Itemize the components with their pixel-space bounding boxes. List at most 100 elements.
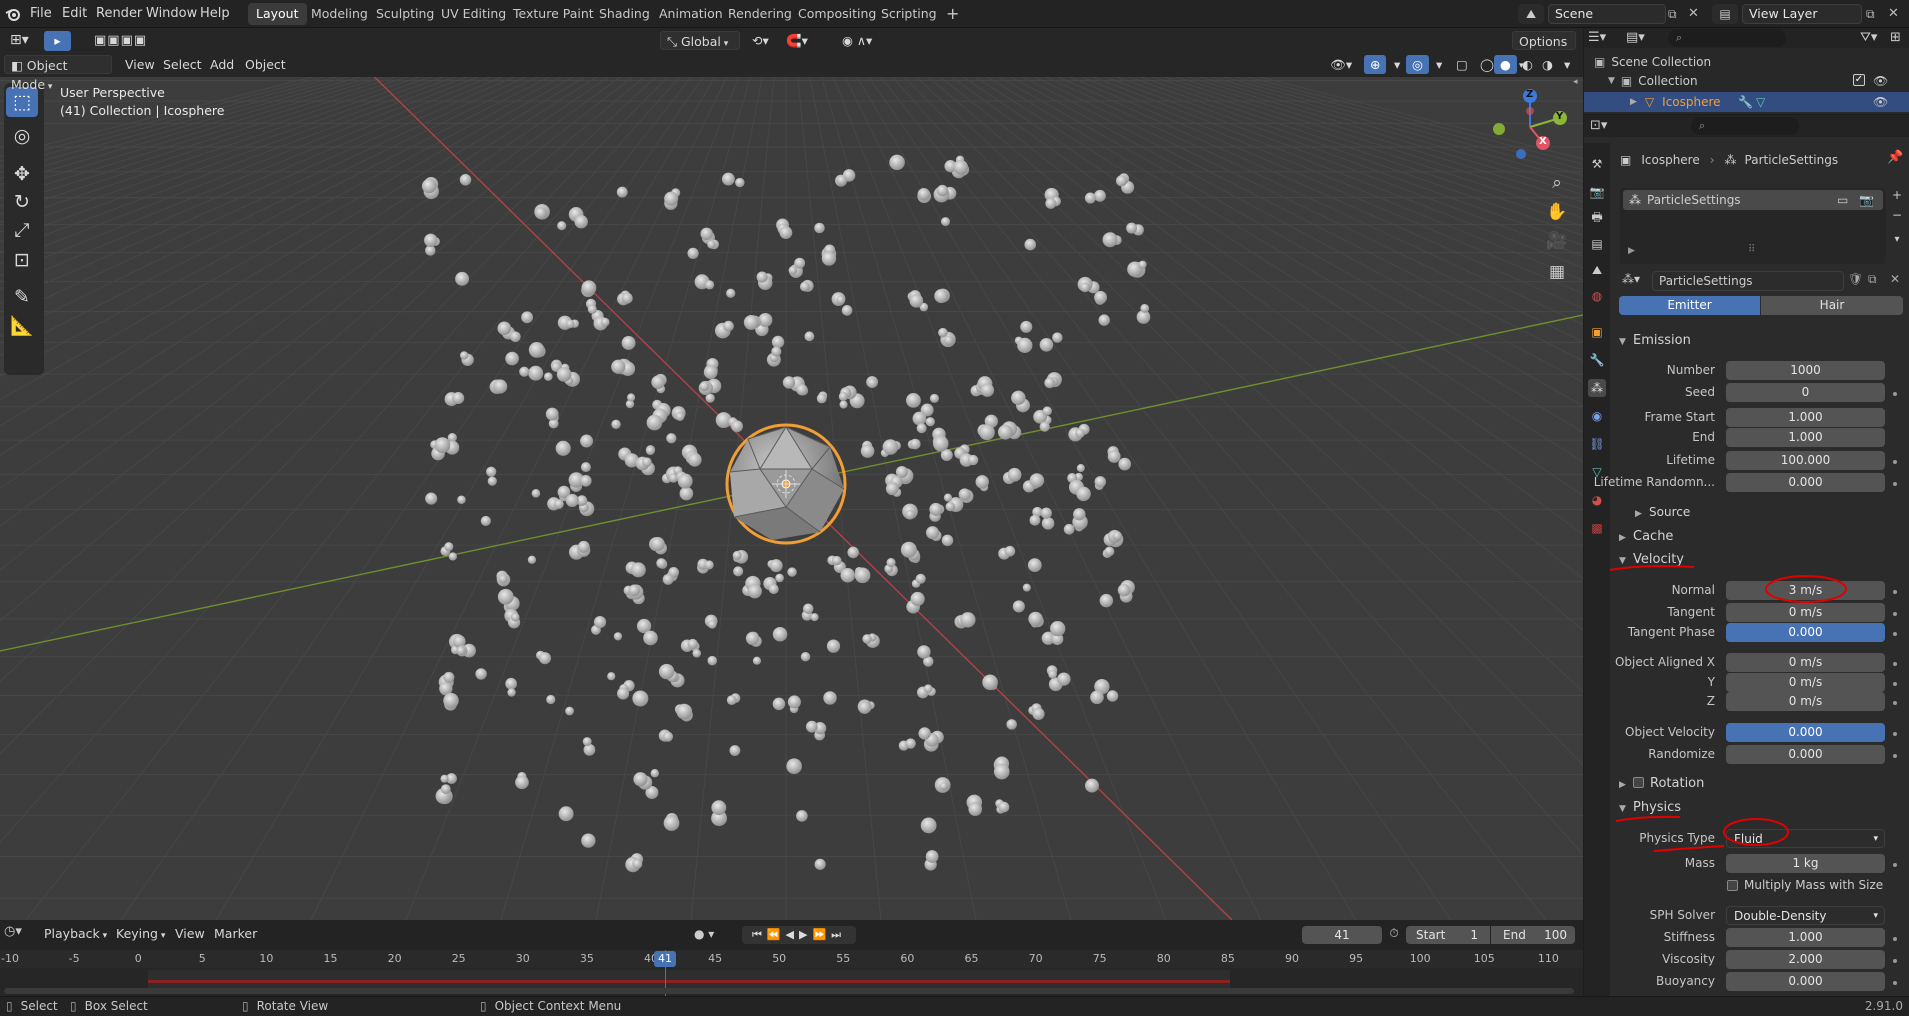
keyframe-dot[interactable] bbox=[1893, 732, 1897, 736]
tab-shading[interactable]: Shading bbox=[591, 3, 658, 25]
object-velocity-field[interactable]: 0.000 bbox=[1726, 723, 1885, 742]
mass-field[interactable]: 1 kg bbox=[1726, 854, 1885, 873]
transform-tool-icon[interactable]: ⊡ bbox=[6, 245, 38, 275]
checkbox-icon[interactable] bbox=[1727, 879, 1738, 891]
display-mode-icon[interactable]: ▤▾ bbox=[1626, 30, 1645, 45]
tangent-phase-field[interactable]: 0.000 bbox=[1726, 623, 1885, 642]
keyframe-dot[interactable] bbox=[1893, 392, 1897, 396]
view-layer-tab-icon[interactable]: ▤ bbox=[1588, 235, 1606, 253]
keyframe-dot[interactable] bbox=[1893, 632, 1897, 636]
keyframe-dot[interactable] bbox=[1893, 682, 1897, 686]
menu-timeline-view[interactable]: View bbox=[169, 924, 211, 943]
number-field[interactable]: 1000 bbox=[1726, 361, 1885, 380]
timeline-editor-icon[interactable]: ◷▾ bbox=[4, 924, 22, 939]
scale-tool-icon[interactable]: ⤢ bbox=[6, 215, 38, 245]
blender-logo-icon[interactable] bbox=[4, 0, 22, 28]
proportional-edit-icon[interactable]: ◉ ∧▾ bbox=[836, 31, 878, 50]
render-display-icon[interactable]: 📷 bbox=[1859, 193, 1874, 207]
constraints-tab-icon[interactable]: ⛓ bbox=[1588, 435, 1606, 453]
sidebar-toggle-icon[interactable]: ◂ bbox=[1573, 77, 1583, 97]
menu-render[interactable]: Render bbox=[96, 0, 142, 28]
shading-dropdown-icon[interactable]: ▾ bbox=[1558, 55, 1576, 74]
menu-file[interactable]: File bbox=[30, 0, 52, 28]
add-slot-button[interactable]: + bbox=[1888, 188, 1906, 206]
tab-modeling[interactable]: Modeling bbox=[303, 3, 376, 25]
expand-arrow-icon[interactable]: ▶ bbox=[1628, 246, 1635, 256]
keyframe-dot[interactable] bbox=[1893, 460, 1897, 464]
sph-solver-dropdown[interactable]: Double-Density ▾ bbox=[1726, 906, 1885, 925]
hair-button[interactable]: Hair bbox=[1761, 296, 1903, 315]
keyframe-dot[interactable] bbox=[1893, 981, 1897, 985]
timeline-scrollbar[interactable] bbox=[4, 988, 1574, 994]
lifetime-random-field[interactable]: 0.000 bbox=[1726, 473, 1885, 492]
viscosity-field[interactable]: 2.000 bbox=[1726, 950, 1885, 969]
seed-field[interactable]: 0 bbox=[1726, 383, 1885, 402]
object-tab-icon[interactable]: ▣ bbox=[1588, 323, 1606, 341]
auto-key-icon[interactable]: ● ▾ bbox=[694, 927, 714, 941]
tangent-field[interactable]: 0 m/s bbox=[1726, 603, 1885, 622]
tab-sculpting[interactable]: Sculpting bbox=[368, 3, 442, 25]
rotate-tool-icon[interactable]: ↻ bbox=[6, 187, 38, 217]
eye-icon[interactable]: 👁 bbox=[1873, 74, 1888, 88]
unlink-icon[interactable]: ✕ bbox=[1890, 272, 1900, 286]
rendered-shading-icon[interactable]: ◑ bbox=[1536, 55, 1559, 74]
material-tab-icon[interactable]: ◕ bbox=[1588, 491, 1606, 509]
scene-collection-row[interactable]: ▣ Scene Collection bbox=[1594, 53, 1711, 71]
object-aligned-z-field[interactable]: 0 m/s bbox=[1726, 692, 1885, 711]
datablock-browse-icon[interactable]: ⁂▾ bbox=[1622, 272, 1646, 292]
checkbox-icon[interactable]: ✓ bbox=[1853, 74, 1865, 86]
viewport-display-icon[interactable]: ▭ bbox=[1837, 193, 1848, 207]
texture-tab-icon[interactable]: ▩ bbox=[1588, 519, 1606, 537]
menu-edit[interactable]: Edit bbox=[62, 0, 87, 28]
keyframe-dot[interactable] bbox=[1893, 937, 1897, 941]
solid-shading-icon[interactable]: ● bbox=[1494, 55, 1517, 74]
outliner-search-input[interactable]: ⌕ bbox=[1668, 29, 1786, 47]
orientation-dropdown[interactable]: ⤡ Global ▾ bbox=[660, 31, 740, 50]
menu-object[interactable]: Object bbox=[239, 55, 292, 74]
snap-icon[interactable]: 🧲▾ bbox=[780, 31, 814, 50]
xray-icon[interactable]: ▢ bbox=[1450, 55, 1474, 74]
tab-scripting[interactable]: Scripting bbox=[873, 3, 945, 25]
keyframe-dot[interactable] bbox=[1893, 662, 1897, 666]
world-tab-icon[interactable]: ◍ bbox=[1588, 287, 1606, 305]
tab-animation[interactable]: Animation bbox=[651, 3, 731, 25]
end-field[interactable]: 1.000 bbox=[1726, 428, 1885, 447]
icosphere-row[interactable]: ▶ ▽ Icosphere 🔧 ▽ 👁 bbox=[1584, 92, 1909, 112]
current-frame-field[interactable]: 41 bbox=[1302, 926, 1382, 944]
menu-window[interactable]: Window bbox=[146, 0, 197, 28]
menu-keying[interactable]: Keying ▾ bbox=[110, 924, 171, 943]
tab-compositing[interactable]: Compositing bbox=[790, 3, 884, 25]
options-dropdown[interactable]: Options ▾ bbox=[1512, 31, 1576, 71]
keyframe-dot[interactable] bbox=[1893, 590, 1897, 594]
properties-search-input[interactable]: ⌕ bbox=[1691, 117, 1799, 135]
properties-editor-icon[interactable]: ⊡▾ bbox=[1590, 118, 1607, 133]
close-scene-icon[interactable]: ✕ bbox=[1688, 4, 1702, 24]
duplicate-icon[interactable]: ⧉ bbox=[1868, 272, 1877, 287]
close-view-layer-icon[interactable]: ✕ bbox=[1888, 4, 1902, 24]
start-frame-field[interactable]: Start 1 bbox=[1406, 926, 1490, 944]
copy-view-layer-icon[interactable]: ⧉ bbox=[1866, 4, 1884, 24]
resize-handle-icon[interactable]: ⠿ bbox=[1748, 244, 1755, 255]
pivot-icon[interactable]: ⟲▾ bbox=[746, 31, 775, 50]
scene-icon[interactable]: ⛰ bbox=[1518, 4, 1544, 24]
overlay-toggle-icon[interactable]: ◎ bbox=[1406, 55, 1429, 74]
ortho-grid-icon[interactable]: ▦ bbox=[1542, 258, 1572, 286]
keyframe-dot[interactable] bbox=[1893, 754, 1897, 758]
stopwatch-icon[interactable]: ⏱ bbox=[1384, 926, 1404, 944]
add-workspace-button[interactable]: + bbox=[938, 3, 967, 25]
tab-texture-paint[interactable]: Texture Paint bbox=[505, 3, 602, 25]
render-tab-icon[interactable]: 📷 bbox=[1588, 183, 1606, 201]
keyframe-dot[interactable] bbox=[1893, 959, 1897, 963]
tab-uv-editing[interactable]: UV Editing bbox=[433, 3, 514, 25]
physics-type-dropdown[interactable]: Fluid ▾ bbox=[1726, 829, 1885, 848]
end-frame-field[interactable]: End 100 bbox=[1491, 926, 1575, 944]
outliner-editor-icon[interactable]: ☰▾ bbox=[1588, 30, 1606, 45]
3d-viewport[interactable]: User Perspective (41) Collection | Icosp… bbox=[0, 77, 1583, 920]
move-tool-icon[interactable]: ✥ bbox=[6, 159, 38, 189]
menu-help[interactable]: Help bbox=[200, 0, 230, 28]
menu-select[interactable]: Select bbox=[157, 55, 208, 74]
lifetime-field[interactable]: 100.000 bbox=[1726, 451, 1885, 470]
stiffness-field[interactable]: 1.000 bbox=[1726, 928, 1885, 947]
fake-user-icon[interactable]: 🛡 bbox=[1848, 272, 1863, 286]
randomize-field[interactable]: 0.000 bbox=[1726, 745, 1885, 764]
